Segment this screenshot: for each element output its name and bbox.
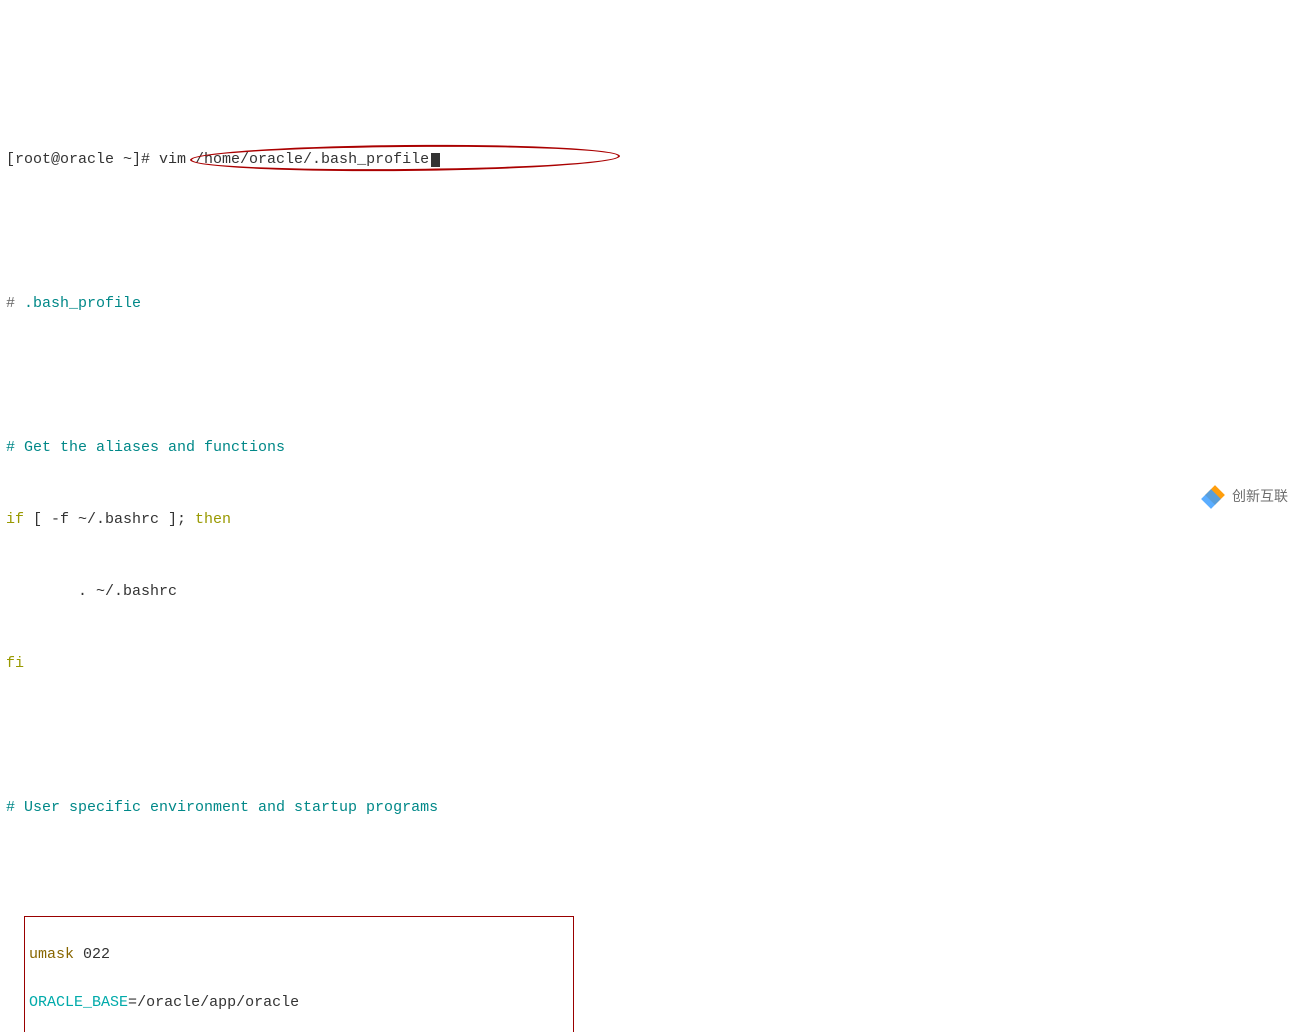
umask-value: 022 xyxy=(74,946,110,963)
blank-line xyxy=(6,868,1294,892)
umask-line: umask 022 xyxy=(29,943,569,967)
watermark-logo-icon xyxy=(1202,484,1226,508)
prompt-userhost: [root@oracle ~]# xyxy=(6,148,150,172)
comment-text: .bash_profile xyxy=(15,295,141,312)
terminal-area[interactable]: [root@oracle ~]# vim /home/oracle/.bash_… xyxy=(0,96,1300,1032)
source-bashrc: . ~/.bashrc xyxy=(6,580,1294,604)
if-line: if [ -f ~/.bashrc ]; then xyxy=(6,508,1294,532)
comment-bash-profile: # .bash_profile xyxy=(6,292,1294,316)
oracle-base-line: ORACLE_BASE=/oracle/app/oracle xyxy=(29,991,569,1015)
blank-line xyxy=(6,220,1294,244)
prompt-line: [root@oracle ~]# vim /home/oracle/.bash_… xyxy=(6,148,1294,172)
watermark: 创新互联 xyxy=(1202,484,1288,508)
then-keyword: then xyxy=(186,511,231,528)
umask-keyword: umask xyxy=(29,946,74,963)
env-var-name: ORACLE_BASE xyxy=(29,994,128,1011)
equals-sign: = xyxy=(128,994,137,1011)
blank-line xyxy=(6,364,1294,388)
if-condition: [ -f ~/.bashrc ]; xyxy=(24,511,186,528)
watermark-text: 创新互联 xyxy=(1232,485,1288,507)
env-vars-box: umask 022 ORACLE_BASE=/oracle/app/oracle… xyxy=(24,916,574,1032)
comment-user-env: # User specific environment and startup … xyxy=(6,796,1294,820)
fi-keyword: fi xyxy=(6,652,1294,676)
env-var-value: /oracle/app/oracle xyxy=(137,994,299,1011)
comment-aliases: # Get the aliases and functions xyxy=(6,436,1294,460)
if-keyword: if xyxy=(6,511,24,528)
blank-line xyxy=(6,724,1294,748)
hash-symbol: # xyxy=(6,295,15,312)
